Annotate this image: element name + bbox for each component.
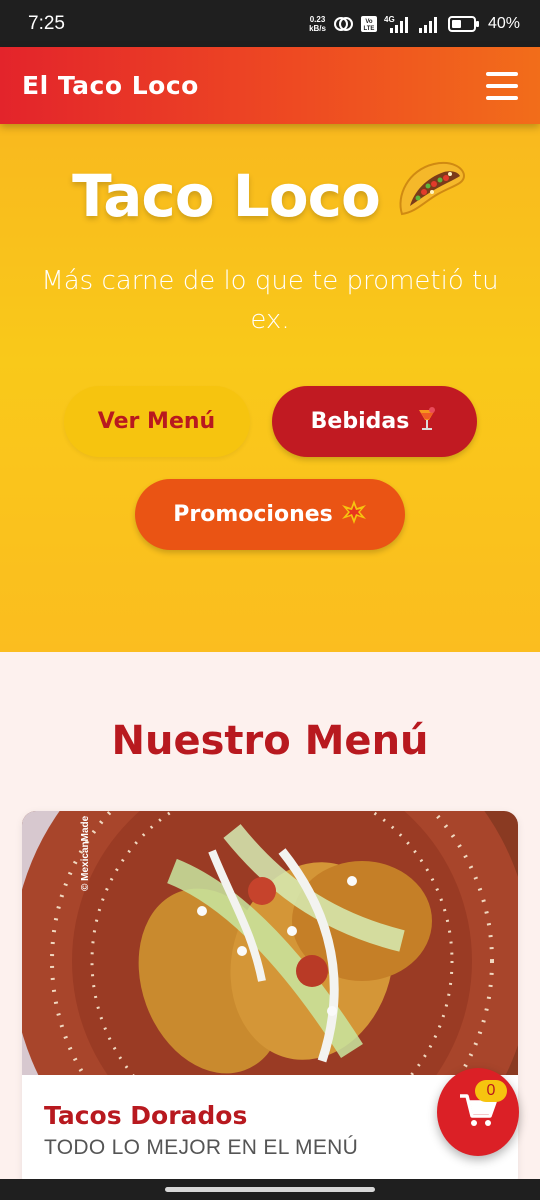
- status-time: 7:25: [28, 12, 65, 34]
- svg-text:Vo: Vo: [365, 19, 373, 25]
- hamburger-icon-line: [486, 71, 518, 76]
- network-speed-unit: kB/s: [309, 23, 326, 33]
- battery-percent: 40%: [487, 14, 520, 32]
- hero-subtitle: Más carne de lo que te prometió tu ex.: [41, 266, 499, 335]
- menu-section-title: Nuestro Menú: [111, 718, 429, 764]
- app-header: El Taco Loco: [0, 47, 540, 124]
- signal-4g-icon: 4G: [384, 14, 412, 34]
- svg-text:4G: 4G: [384, 15, 395, 24]
- tacos-dorados-image: © MexicanMade: [22, 811, 518, 1075]
- network-speed-value: 0.23: [309, 14, 326, 24]
- bebidas-button[interactable]: Bebidas: [271, 386, 477, 457]
- image-watermark: © MexicanMade: [80, 815, 91, 891]
- promociones-button[interactable]: Promociones: [135, 479, 405, 550]
- taco-icon: [394, 156, 468, 236]
- system-nav-bar: [0, 1179, 540, 1200]
- hero-title-text: Taco Loco: [72, 162, 381, 230]
- cart-button[interactable]: 0: [437, 1068, 519, 1156]
- hero-button-row: Ver Menú Bebidas: [0, 386, 540, 457]
- hero-button-row-2: Promociones: [0, 479, 540, 550]
- signal-icon: [418, 14, 442, 34]
- promociones-label: Promociones: [173, 502, 333, 527]
- svg-text:LTE: LTE: [364, 26, 375, 32]
- collision-icon: [341, 499, 367, 531]
- status-icons: 0.23 kB/s Vo LTE 4G 40%: [309, 14, 520, 34]
- brand-name[interactable]: El Taco Loco: [22, 71, 199, 100]
- hamburger-icon-line: [486, 95, 518, 100]
- hero-title: Taco Loco: [0, 156, 540, 236]
- hero-section: Taco Loco Más carne de lo que te prometi…: [0, 124, 540, 652]
- volte-icon: Vo LTE: [360, 15, 378, 33]
- battery-icon: [447, 15, 480, 33]
- menu-item-subtitle: TODO LO MEJOR EN EL MENÚ: [44, 1136, 359, 1159]
- network-speed: 0.23 kB/s: [309, 15, 326, 33]
- hotspot-icon: [332, 15, 354, 33]
- hamburger-menu-button[interactable]: [486, 71, 518, 100]
- cart-count-badge: 0: [475, 1080, 507, 1102]
- home-gesture-handle[interactable]: [165, 1187, 375, 1192]
- bebidas-label: Bebidas: [310, 409, 410, 434]
- ver-menu-button[interactable]: Ver Menú: [63, 386, 250, 457]
- tropical-drink-icon: [417, 406, 437, 438]
- ver-menu-label: Ver Menú: [97, 409, 216, 434]
- status-bar: 7:25 0.23 kB/s Vo LTE 4G 40%: [0, 0, 540, 47]
- hamburger-icon-line: [486, 83, 518, 88]
- menu-item-title: Tacos Dorados: [44, 1101, 248, 1130]
